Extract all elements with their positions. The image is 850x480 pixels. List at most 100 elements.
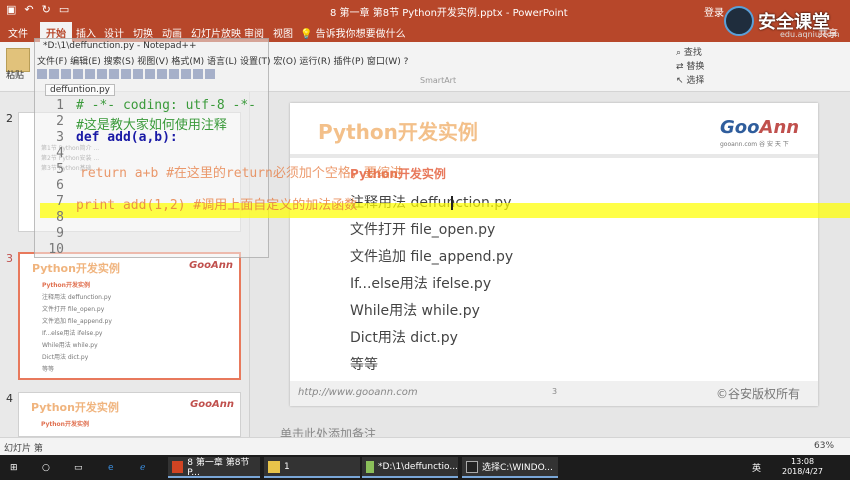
taskbar-app-cmd[interactable]: 选择C:\WINDO... — [462, 457, 558, 478]
file-tab[interactable]: deffuntion.py — [45, 84, 115, 96]
print-icon[interactable] — [97, 69, 107, 79]
slide-footer: http://www.gooann.com 3 ©谷安版权所有 — [290, 381, 818, 406]
menu-language[interactable]: 语言(L) — [207, 57, 237, 67]
thumb-item: 等等 — [42, 366, 55, 373]
redo-icon[interactable]: ↻ — [42, 3, 51, 16]
replace-button[interactable]: ⇄ 替换 — [676, 60, 704, 74]
search-icon[interactable]: ○ — [42, 458, 50, 477]
notepad-title: *D:\1\deffunction.py - Notepad++ — [43, 41, 197, 51]
thumb-item: 文件追加 file_append.py — [42, 318, 112, 325]
smartart-label[interactable]: SmartArt — [420, 76, 456, 85]
slide-list-item[interactable]: 等等 — [350, 354, 378, 374]
ime-indicator[interactable]: 英 — [752, 458, 761, 477]
menu-file[interactable]: 文件(F) — [37, 57, 67, 67]
undo-icon[interactable] — [145, 69, 155, 79]
menu-search[interactable]: 搜索(S) — [104, 57, 135, 67]
tab-view[interactable]: 视图 — [273, 25, 293, 40]
footer-url: http://www.gooann.com — [298, 387, 418, 398]
paste-icon[interactable] — [133, 69, 143, 79]
thumb-logo: GooAnn — [189, 260, 233, 271]
copy-icon[interactable] — [121, 69, 131, 79]
editing-group: ⌕ 查找 ⇄ 替换 ↖ 选择 — [676, 46, 704, 88]
slide-list-item[interactable]: If...else用法 ifelse.py — [350, 273, 491, 293]
replace-icon[interactable] — [181, 69, 191, 79]
taskbar-app-notepad[interactable]: *D:\1\deffunctio... — [362, 457, 458, 478]
thumb-item: While用法 while.py — [42, 342, 98, 349]
cut-icon[interactable] — [109, 69, 119, 79]
cursor-icon: ↖ — [676, 76, 687, 86]
replace-icon: ⇄ — [676, 62, 687, 72]
thumb-logo: GooAnn — [190, 399, 234, 410]
slide-list-item[interactable]: 文件追加 file_append.py — [350, 246, 513, 266]
quick-access-toolbar: ▣ ↶ ↻ ▭ — [6, 3, 69, 16]
select-button[interactable]: ↖ 选择 — [676, 74, 704, 88]
slide-thumbnail-4[interactable]: Python开发实例 GooAnn Python开发实例 — [18, 392, 241, 437]
menu-macro[interactable]: 宏(O) — [273, 57, 296, 67]
find-icon[interactable] — [169, 69, 179, 79]
paste-label[interactable]: 粘贴 — [6, 68, 24, 81]
folder-icon — [268, 460, 280, 473]
lightbulb-icon: 💡 — [300, 29, 313, 40]
menu-format[interactable]: 格式(M) — [171, 57, 204, 67]
thumb-title: Python开发实例 — [32, 262, 120, 275]
powerpoint-titlebar: ▣ ↶ ↻ ▭ 8 第一章 第8节 Python开发实例.pptx - Powe… — [0, 0, 850, 22]
notepad-window[interactable]: *D:\1\deffunction.py - Notepad++ 文件(F) 编… — [34, 38, 408, 258]
close-icon[interactable] — [85, 69, 95, 79]
windows-start-icon[interactable]: ⊞ — [10, 458, 18, 477]
zoom-in-icon[interactable] — [193, 69, 203, 79]
slide-thumbnail-3[interactable]: Python开发实例 GooAnn Python开发实例 注释用法 deffun… — [18, 252, 241, 380]
menu-edit[interactable]: 编辑(E) — [70, 57, 101, 67]
menu-view[interactable]: 视图(V) — [137, 57, 168, 67]
redo-icon[interactable] — [157, 69, 167, 79]
taskbar-app-folder[interactable]: 1 — [264, 457, 360, 478]
slide-list-item[interactable]: 文件打开 file_open.py — [350, 219, 495, 239]
logo-tagline: gooann.com 谷 安 天 下 — [720, 141, 789, 148]
ie-icon[interactable]: ℯ — [140, 458, 145, 477]
title-divider — [290, 154, 818, 158]
find-button[interactable]: ⌕ 查找 — [676, 46, 704, 60]
slide-subtitle[interactable]: Python开发实例 — [350, 165, 446, 182]
slide-list-item[interactable]: While用法 while.py — [350, 300, 480, 320]
slide-status: 幻灯片 第 — [4, 444, 43, 454]
thumb-title: Python开发实例 — [31, 401, 119, 414]
menu-help[interactable]: ? — [404, 57, 409, 67]
current-line-highlight — [40, 203, 850, 218]
menu-settings[interactable]: 设置(T) — [240, 57, 271, 67]
task-view-icon[interactable]: ▭ — [74, 458, 83, 477]
present-icon[interactable]: ▭ — [59, 3, 69, 16]
slide-list-item[interactable]: Dict用法 dict.py — [350, 327, 458, 347]
thumb-item: Dict用法 dict.py — [42, 354, 89, 361]
edge-icon[interactable]: e — [108, 458, 114, 477]
copyright-text: ©谷安版权所有 — [716, 387, 801, 401]
menu-window[interactable]: 窗口(W) — [367, 57, 401, 67]
zoom-out-icon[interactable] — [205, 69, 215, 79]
login-link[interactable]: 登录 — [704, 4, 724, 19]
thumb-item: If...else用法 ifelse.py — [42, 330, 103, 337]
gooann-logo: GooAnn — [720, 117, 800, 138]
slide-number: 3 — [552, 387, 558, 396]
thumb-subtitle: Python开发实例 — [42, 282, 90, 289]
status-bar: 幻灯片 第 63% — [0, 437, 850, 455]
save-icon[interactable]: ▣ — [6, 3, 16, 16]
zoom-level[interactable]: 63% — [814, 441, 834, 451]
new-file-icon[interactable] — [37, 69, 47, 79]
system-clock[interactable]: 13:08 2018/4/27 — [782, 457, 823, 477]
open-icon[interactable] — [49, 69, 59, 79]
slide-title[interactable]: Python开发实例 — [318, 116, 478, 145]
taskbar-app-powerpoint[interactable]: 8 第一章 第8节 P... — [168, 457, 260, 478]
save-icon[interactable] — [61, 69, 71, 79]
powerpoint-icon — [172, 460, 184, 473]
menu-run[interactable]: 运行(R) — [299, 57, 330, 67]
save-all-icon[interactable] — [73, 69, 83, 79]
tab-file[interactable]: 文件 — [8, 25, 28, 40]
thumb-item: 文件打开 file_open.py — [42, 306, 105, 313]
notepad-icon — [366, 460, 374, 473]
tell-me-text: 告诉我你想要做什么 — [315, 29, 406, 40]
search-icon: ⌕ — [676, 48, 684, 58]
menu-plugins[interactable]: 插件(P) — [334, 57, 364, 67]
undo-icon[interactable]: ↶ — [24, 3, 33, 16]
slide-canvas[interactable]: Python开发实例 GooAnn gooann.com 谷 安 天 下 Pyt… — [290, 103, 818, 406]
tell-me-box[interactable]: 💡 告诉我你想要做什么 — [300, 25, 406, 40]
text-cursor — [451, 196, 453, 210]
watermark-url: edu.aqniu.com — [780, 30, 840, 39]
